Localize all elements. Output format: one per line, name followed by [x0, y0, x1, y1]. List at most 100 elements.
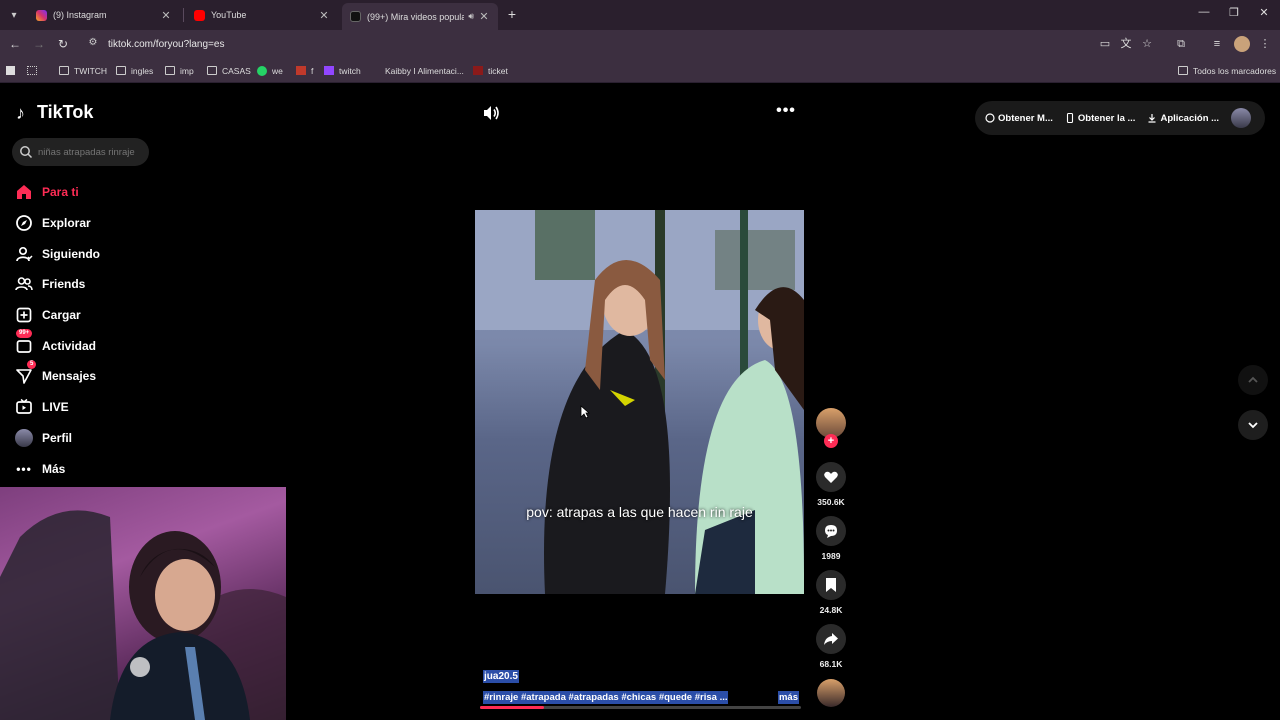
- desktop-app-button[interactable]: Aplicación ...: [1147, 113, 1219, 124]
- search-bar[interactable]: [12, 138, 149, 166]
- sidebar-item-label: Mensajes: [42, 369, 97, 384]
- bookmark-twitch[interactable]: twitch: [324, 63, 361, 78]
- all-bookmarks[interactable]: Todos los marcadores: [1178, 63, 1276, 78]
- sidebar-item-siguiendo[interactable]: Siguiendo: [14, 238, 214, 269]
- bookmark-imp-folder[interactable]: imp: [165, 63, 194, 78]
- tiktok-page: ♪ TikTok Para ti Explorar Siguiendo Frie…: [0, 84, 1280, 720]
- music-disc-icon[interactable]: [817, 679, 845, 707]
- video-more-button[interactable]: •••: [774, 102, 798, 124]
- video-frame-image: [475, 210, 804, 594]
- audio-playing-icon[interactable]: 🔊︎: [468, 11, 474, 22]
- button-label: Obtener la ...: [1077, 112, 1136, 124]
- home-icon: [14, 182, 34, 202]
- follow-button[interactable]: +: [824, 434, 838, 448]
- hashtag[interactable]: #risa: [695, 692, 717, 703]
- hashtag[interactable]: #rinraje: [484, 692, 518, 703]
- omnibox[interactable]: ⚙ tiktok.com/foryou?lang=es: [80, 34, 1094, 54]
- forward-button[interactable]: →: [31, 36, 47, 52]
- bookmark-kaibby[interactable]: Kaibby I Alimentaci...: [370, 63, 464, 78]
- search-input[interactable]: [38, 146, 138, 158]
- next-video-button[interactable]: [1238, 410, 1268, 440]
- site-info-icon[interactable]: ⚙: [86, 37, 100, 51]
- search-icon: [20, 146, 33, 159]
- chevron-up-icon: [1248, 376, 1258, 383]
- profile-avatar[interactable]: [1234, 36, 1250, 52]
- sidebar-item-explorar[interactable]: Explorar: [14, 208, 214, 239]
- bookmark-whatsapp[interactable]: we: [257, 63, 283, 78]
- sidebar-item-label: Para ti: [42, 185, 79, 200]
- sidebar-item-live[interactable]: LIVE: [14, 392, 214, 423]
- sidebar-item-friends[interactable]: Friends: [14, 269, 214, 300]
- bookmark-icon[interactable]: [816, 570, 846, 600]
- sidebar-item-perfil[interactable]: Perfil: [14, 423, 214, 454]
- previous-video-button[interactable]: [1238, 365, 1268, 395]
- author-username[interactable]: jua20.5: [483, 670, 519, 683]
- hashtag[interactable]: #chicas: [621, 692, 656, 703]
- translate-icon[interactable]: 文: [1119, 37, 1133, 51]
- new-tab-button[interactable]: +: [504, 6, 520, 22]
- bookmark-twitch-folder[interactable]: TWITCH: [59, 63, 107, 78]
- bookmark-ticket[interactable]: ticket: [473, 63, 508, 78]
- comment-action[interactable]: 1989: [813, 516, 849, 561]
- sidebar-item-para-ti[interactable]: Para ti: [14, 177, 214, 208]
- folder-icon: [116, 66, 126, 75]
- tab-instagram[interactable]: (9) Instagram ✕: [28, 4, 180, 26]
- sidebar-item-mensajes[interactable]: 5 Mensajes: [14, 360, 214, 392]
- cast-icon[interactable]: ▭: [1098, 37, 1112, 51]
- download-icon: [1148, 114, 1156, 123]
- bookmark-star-icon[interactable]: ☆: [1140, 37, 1154, 51]
- menu-kebab-icon[interactable]: ⋮: [1258, 37, 1272, 51]
- heart-icon[interactable]: [816, 462, 846, 492]
- video-player[interactable]: pov: atrapas a las que hacen rin raje: [475, 210, 804, 594]
- tab-tiktok[interactable]: (99+) Mira videos populares 🔊︎ ✕: [342, 3, 498, 30]
- bookmark-apps[interactable]: [6, 63, 20, 78]
- hashtag[interactable]: #quede: [659, 692, 692, 703]
- instagram-icon: [36, 9, 47, 21]
- get-app-button[interactable]: Obtener la ...: [1065, 112, 1136, 124]
- volume-button[interactable]: [480, 102, 502, 124]
- sidebar-item-label: Explorar: [42, 216, 91, 231]
- close-icon[interactable]: ✕: [318, 9, 330, 22]
- minimize-button[interactable]: —: [1194, 6, 1214, 18]
- folder-icon: [59, 66, 69, 75]
- hashtag[interactable]: #atrapadas: [569, 692, 619, 703]
- tab-search-button[interactable]: ▾: [4, 5, 24, 25]
- close-icon[interactable]: ✕: [478, 10, 490, 23]
- coin-icon: [985, 113, 995, 123]
- hashtag[interactable]: #atrapada: [521, 692, 566, 703]
- back-button[interactable]: ←: [7, 36, 23, 52]
- browser-tab-bar: ▾ (9) Instagram ✕ YouTube ✕ (99+) Mira v…: [0, 0, 1280, 30]
- media-controls-icon[interactable]: ≡: [1210, 37, 1224, 51]
- reload-button[interactable]: ↻: [55, 36, 71, 52]
- user-avatar[interactable]: [1231, 108, 1251, 128]
- window-close-button[interactable]: ✕: [1254, 6, 1274, 19]
- video-progress-bar[interactable]: [480, 706, 801, 709]
- bookmark-label: twitch: [339, 65, 361, 76]
- more-link[interactable]: más: [777, 691, 799, 704]
- save-action[interactable]: 24.8K: [813, 570, 849, 615]
- sidebar-item-mas[interactable]: ••• Más: [14, 453, 214, 484]
- like-action[interactable]: 350.6K: [813, 462, 849, 507]
- sidebar-item-cargar[interactable]: Cargar: [14, 300, 214, 331]
- sidebar-item-label: Cargar: [42, 308, 81, 323]
- bookmark-ingles-folder[interactable]: ingles: [116, 63, 153, 78]
- tab-youtube[interactable]: YouTube ✕: [186, 4, 338, 26]
- restore-button[interactable]: ❐: [1224, 6, 1244, 19]
- share-action[interactable]: 68.1K: [813, 624, 849, 669]
- sidebar-item-actividad[interactable]: 99+ Actividad: [14, 329, 214, 361]
- close-icon[interactable]: ✕: [160, 9, 172, 22]
- tiktok-logo[interactable]: ♪ TikTok: [16, 102, 93, 123]
- tab-label: (9) Instagram: [53, 10, 107, 20]
- bookmark-casas-folder[interactable]: CASAS: [207, 63, 251, 78]
- extensions-icon[interactable]: ⧉: [1174, 37, 1188, 51]
- url-text[interactable]: tiktok.com/foryou?lang=es: [108, 39, 224, 50]
- hashtag-row: #rinraje #atrapada #atrapadas #chicas #q…: [483, 691, 799, 704]
- share-icon[interactable]: [816, 624, 846, 654]
- bookmark-grid[interactable]: [27, 63, 42, 78]
- bookmark-f[interactable]: f: [296, 63, 313, 78]
- video-progress-fill: [480, 706, 545, 709]
- bookmark-label: ingles: [131, 65, 154, 76]
- get-coins-button[interactable]: Obtener M...: [985, 113, 1053, 124]
- folder-icon: [207, 66, 217, 75]
- comment-icon[interactable]: [816, 516, 846, 546]
